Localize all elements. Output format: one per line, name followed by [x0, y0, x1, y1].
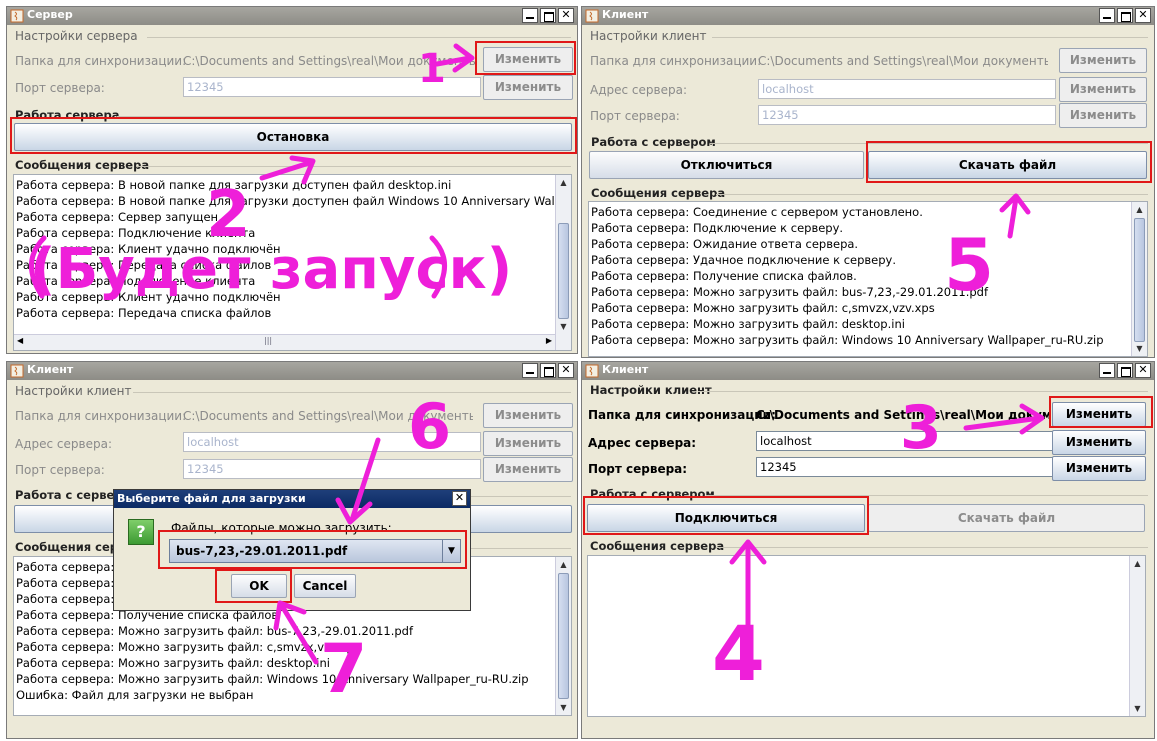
annotation-1: 1 [418, 46, 446, 92]
annotation-7: 7 [320, 630, 367, 709]
annotation-4: 4 [712, 609, 765, 698]
annotation-launch-note: (Будет запуск) [30, 237, 512, 302]
annotation-5: 5 [944, 223, 994, 307]
annotation-6: 6 [408, 390, 451, 463]
handwritten-annotations: 1 2 (Будет запуск) 5 3 4 6 7 [29, 43, 1045, 709]
annotation-3: 3 [900, 393, 942, 463]
